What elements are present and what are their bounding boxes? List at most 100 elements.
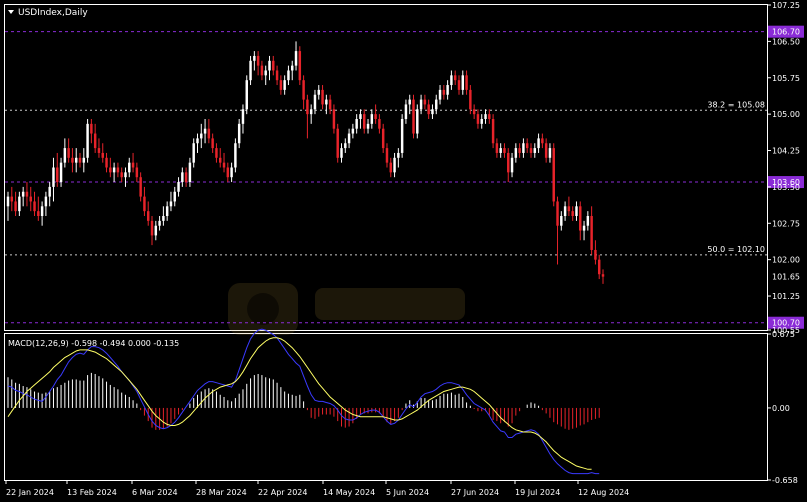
candle-body [427,104,430,115]
candle-body [313,94,317,110]
candle-body [200,133,203,139]
candle-body [582,225,586,231]
price-tick-label: 105.75 [772,74,800,83]
candle-body [215,148,218,158]
candle-body [510,157,514,173]
candle-body [381,128,385,149]
fib-label: 50.0 = 102.10 [707,245,765,254]
macd-axis: 0.675 0.00 -0.658 [767,330,798,485]
candle-body [309,109,313,115]
time-tick-label: 12 Aug 2024 [578,488,629,497]
time-tick-label: 6 Mar 2024 [132,488,178,497]
candle-body [563,206,567,217]
candle-body [184,172,188,183]
candle-body [347,133,351,144]
candle-body [328,99,332,110]
candle-body [317,89,320,95]
candle-body [264,70,267,76]
time-tick-label: 13 Feb 2024 [67,488,117,497]
candle-body [162,216,165,221]
candle-body [408,99,411,105]
candle-body [150,220,154,236]
price-tick-label: 106.50 [772,37,800,46]
candle-body [120,172,123,178]
price-tick-label: 107.25 [772,1,800,10]
candle-body [438,89,442,100]
candle-body [279,80,283,90]
candle-body [355,118,358,129]
candle-body [321,89,324,105]
candle-body [105,157,108,168]
candle-body [241,109,245,124]
candle-body [336,128,339,158]
candle-body [370,114,374,124]
candle-body [518,148,521,153]
candle-body [203,128,207,134]
candle-body [480,118,483,124]
candle-body [325,99,328,105]
candle-body [397,152,400,158]
candle-body [400,118,404,153]
candle-body [378,118,381,129]
candle-body [541,138,544,144]
candle-body [363,114,366,129]
candle-body [442,89,446,95]
candle-body [374,114,377,119]
candle-body [25,191,29,197]
candle-body [128,162,131,173]
candle-body [332,109,336,129]
candle-body [48,186,51,197]
candle-body [275,70,279,81]
candle-body [181,172,184,183]
candle-body [597,259,601,275]
candle-body [230,167,233,178]
time-tick-label: 14 May 2024 [323,488,375,497]
candle-body [67,148,70,158]
candle-body [37,211,40,217]
candle-body [586,216,590,226]
candle-body [287,70,290,81]
level-tag-label: 106.70 [772,28,800,37]
candle-body [537,138,540,149]
candle-body [222,162,226,168]
candle-body [90,123,93,134]
candle-body [457,80,461,90]
candle-body [33,201,36,212]
price-tick-label: 102.75 [772,219,800,228]
candle-body [256,55,260,66]
candle-body [56,167,59,183]
candle-body [237,123,241,144]
candle-body [590,216,593,250]
candle-body [29,196,32,202]
candle-body [552,148,555,202]
candle-body [188,162,192,183]
price-chart[interactable]: USDIndex,Daily 106.70103.60100.7038.2 = … [0,0,807,502]
candle-body [63,148,67,163]
candle-body [135,167,139,178]
candle-body [146,211,150,221]
candle-body [476,114,480,124]
price-tick-label: 102.00 [772,256,800,265]
candle-body [579,206,582,231]
candle-body [385,148,389,163]
candle-body [158,220,161,226]
candle-body [234,143,237,168]
candle-body [82,157,86,163]
candle-body [10,196,14,202]
candle-body [14,201,17,212]
candle-body [306,99,309,115]
candle-body [245,80,248,110]
candle-body [503,148,506,153]
candle-body [18,196,21,212]
candle-body [351,128,355,134]
candle-body [59,162,63,183]
candle-body [165,206,169,217]
candle-body [173,191,176,202]
symbol-label: USDIndex,Daily [18,8,88,18]
symbol-header[interactable]: USDIndex,Daily [8,8,88,18]
candle-body [52,167,55,187]
candle-body [465,75,468,90]
candle-body [169,201,173,207]
candle-body [601,274,605,277]
price-tick-label: 103.50 [772,183,800,192]
